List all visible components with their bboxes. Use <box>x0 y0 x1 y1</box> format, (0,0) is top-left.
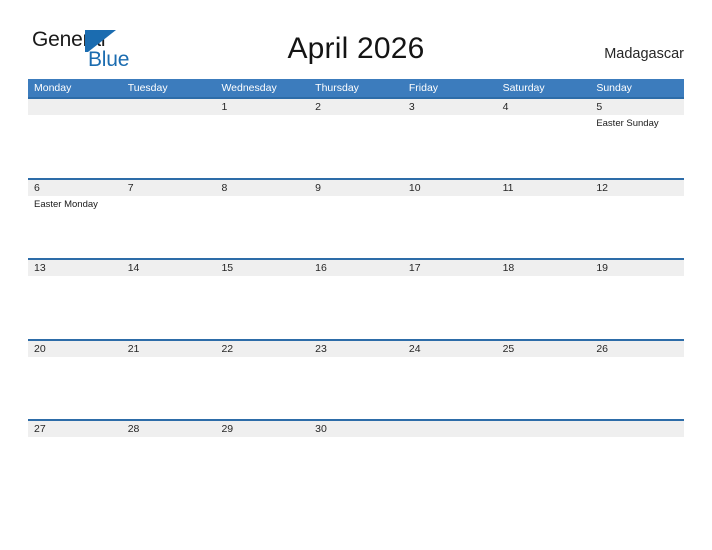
day-cell[interactable] <box>590 421 684 500</box>
weekday-header-row: Monday Tuesday Wednesday Thursday Friday… <box>28 79 684 97</box>
day-number: 13 <box>34 262 46 274</box>
day-number: 24 <box>408 342 421 355</box>
weekday-header-sunday: Sunday <box>596 82 632 94</box>
day-event: Easter Sunday <box>596 118 659 129</box>
country-label: Madagascar <box>604 46 684 62</box>
day-number: 10 <box>408 181 421 194</box>
day-cell[interactable]: 17 <box>403 260 497 339</box>
day-cell[interactable]: 26 <box>590 341 684 420</box>
day-cell[interactable]: 20 <box>28 341 122 420</box>
day-number: 15 <box>221 262 234 274</box>
day-cell[interactable]: 1 <box>215 99 309 178</box>
day-cell[interactable]: 24 <box>403 341 497 420</box>
day-number: 25 <box>502 342 515 355</box>
weekday-header-friday: Friday <box>408 82 439 94</box>
day-number: 6 <box>34 181 40 194</box>
day-cell[interactable]: 27 <box>28 421 122 500</box>
day-number: 28 <box>127 423 140 435</box>
page-header: General Blue April 2026 Madagascar <box>0 0 712 78</box>
day-number: 29 <box>221 423 234 435</box>
day-number: 5 <box>596 101 603 113</box>
day-cell[interactable]: 13 <box>28 260 122 339</box>
calendar-week-row: 6 Easter Monday 7 8 9 10 11 12 <box>28 177 684 259</box>
day-cell[interactable]: 6 Easter Monday <box>28 180 122 259</box>
day-number: 21 <box>127 342 140 355</box>
day-cell[interactable]: 3 <box>403 99 497 178</box>
weekday-header-tuesday: Tuesday <box>127 82 168 94</box>
calendar-week-row: 20 21 22 23 24 25 26 <box>28 338 684 420</box>
day-cell[interactable]: 10 <box>403 180 497 259</box>
day-number: 30 <box>315 423 327 435</box>
weekday-header-saturday: Saturday <box>502 82 545 94</box>
day-number: 9 <box>315 181 321 194</box>
day-cell[interactable]: 14 <box>122 260 216 339</box>
day-cell[interactable]: 28 <box>122 421 216 500</box>
weekday-header-wednesday: Wednesday <box>221 82 277 94</box>
day-number: 12 <box>596 181 608 194</box>
day-cell[interactable] <box>122 99 216 178</box>
day-cell[interactable]: 22 <box>215 341 309 420</box>
day-cell[interactable]: 23 <box>309 341 403 420</box>
day-number: 3 <box>408 101 415 113</box>
weekday-header-monday: Monday <box>34 82 72 94</box>
day-number: 1 <box>221 101 228 113</box>
day-cell[interactable]: 30 <box>309 421 403 500</box>
day-cell[interactable]: 18 <box>497 260 591 339</box>
day-cell[interactable]: 2 <box>309 99 403 178</box>
day-cell[interactable]: 5 Easter Sunday <box>590 99 684 178</box>
day-cell[interactable]: 4 <box>497 99 591 178</box>
weekday-header-thursday: Thursday <box>315 82 359 94</box>
day-number: 16 <box>315 262 327 274</box>
day-cell[interactable] <box>497 421 591 500</box>
calendar-grid: Monday Tuesday Wednesday Thursday Friday… <box>28 79 684 500</box>
day-number: 26 <box>596 342 608 355</box>
day-number: 17 <box>408 262 421 274</box>
day-cell[interactable]: 12 <box>590 180 684 259</box>
calendar-week-row: 27 28 29 30 <box>28 419 684 500</box>
calendar-page: General Blue April 2026 Madagascar Monda… <box>0 0 712 550</box>
day-number: 11 <box>502 181 514 194</box>
day-number: 14 <box>127 262 140 274</box>
day-number: 8 <box>221 181 228 194</box>
day-event: Easter Monday <box>34 198 98 210</box>
day-cell[interactable]: 21 <box>122 341 216 420</box>
calendar-week-row: 13 14 15 16 17 18 19 <box>28 258 684 339</box>
day-number: 18 <box>502 262 515 274</box>
day-cell[interactable]: 15 <box>215 260 309 339</box>
day-cell[interactable]: 11 <box>497 180 591 259</box>
day-cell[interactable]: 8 <box>215 180 309 259</box>
day-cell[interactable] <box>403 421 497 500</box>
day-number: 4 <box>502 101 509 113</box>
calendar-week-row: 1 2 3 4 5 Easter Sunday <box>28 97 684 178</box>
day-cell[interactable]: 9 <box>309 180 403 259</box>
day-number: 22 <box>221 342 234 355</box>
day-number: 20 <box>34 342 46 355</box>
day-cell[interactable]: 7 <box>122 180 216 259</box>
day-number: 27 <box>34 423 46 435</box>
day-number: 7 <box>127 181 134 194</box>
day-cell[interactable]: 29 <box>215 421 309 500</box>
day-number: 23 <box>315 342 327 355</box>
day-cell[interactable] <box>28 99 122 178</box>
day-number: 19 <box>596 262 608 274</box>
day-number: 2 <box>315 101 321 113</box>
day-cell[interactable]: 25 <box>497 341 591 420</box>
day-cell[interactable]: 19 <box>590 260 684 339</box>
day-cell[interactable]: 16 <box>309 260 403 339</box>
